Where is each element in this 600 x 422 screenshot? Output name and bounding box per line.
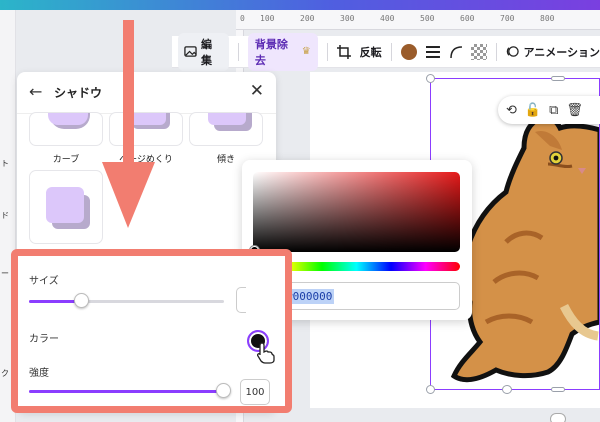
ruler-tick: 500 — [420, 14, 435, 23]
toolbar-divider — [237, 42, 239, 61]
ruler-tick: 800 — [540, 14, 555, 23]
element-quick-actions: ⟲ 🔓 ⧉ 🗑 — [498, 96, 600, 124]
sidebar-fragment: ド — [1, 211, 9, 220]
resize-handle[interactable] — [426, 74, 435, 83]
context-toolbar: 編集 背景除去 ♛ 反転 アニメーション — [172, 32, 600, 71]
intensity-number-input[interactable]: 100 — [240, 379, 270, 405]
pointer-cursor-icon — [257, 342, 275, 364]
flip-label: 反転 — [359, 45, 382, 59]
panel-title: シャドウ — [54, 86, 103, 100]
flip-button[interactable]: 反転 — [360, 44, 382, 60]
toolbar-divider — [390, 42, 392, 61]
tile-shape — [48, 113, 88, 125]
ruler-tick: 600 — [460, 14, 475, 23]
resize-handle[interactable] — [426, 385, 435, 394]
border-style-icon[interactable] — [425, 45, 440, 58]
sidebar-fragment: ト — [1, 159, 9, 168]
ruler-tick: 0 — [240, 14, 245, 23]
page-indicator[interactable] — [550, 413, 566, 422]
corner-rounding-icon[interactable] — [449, 45, 463, 59]
color-label: カラー — [29, 334, 59, 345]
animation-icon — [507, 46, 520, 57]
tile-shape — [208, 113, 246, 125]
resize-handle[interactable] — [502, 385, 512, 394]
saturation-area[interactable] — [253, 172, 460, 252]
duplicate-icon[interactable]: ⧉ — [549, 103, 558, 118]
header-gradient-bar — [0, 0, 600, 10]
size-slider-thumb[interactable] — [74, 293, 89, 308]
resize-handle[interactable] — [551, 387, 565, 392]
shadow-option-label: ページめくり — [119, 155, 173, 165]
bg-remove-button[interactable]: 背景除去 ♛ — [247, 32, 318, 71]
toolbar-divider — [496, 42, 498, 61]
image-edit-icon — [184, 46, 197, 57]
shadow-settings-highlight: サイズ カラー 強度 100 — [11, 249, 292, 413]
ruler-tick: 400 — [380, 14, 395, 23]
intensity-label: 強度 — [29, 368, 49, 379]
edit-label: 編集 — [200, 37, 212, 67]
ruler-tick: 100 — [260, 14, 275, 23]
transparency-icon[interactable] — [471, 43, 488, 60]
ruler-tick: 200 — [300, 14, 315, 23]
resize-handle[interactable] — [551, 76, 565, 81]
edit-button[interactable]: 編集 — [178, 32, 229, 71]
shadow-option-curve[interactable] — [29, 112, 103, 146]
sidebar-fragment: ク — [1, 369, 9, 378]
panel-header: ← シャドウ ✕ — [17, 72, 276, 114]
horizontal-ruler: 0 100 200 300 400 500 600 700 800 — [236, 10, 600, 30]
comment-add-icon[interactable]: ⟲ — [506, 103, 517, 118]
back-arrow-icon[interactable]: ← — [29, 82, 42, 101]
crop-icon[interactable] — [336, 44, 351, 59]
tile-shape — [46, 187, 84, 223]
intensity-slider-thumb[interactable] — [216, 383, 231, 398]
tile-shape — [128, 113, 166, 125]
lock-icon[interactable]: 🔓 — [525, 103, 541, 118]
color-swatch-button[interactable] — [400, 43, 417, 60]
shadow-option-pagecurl[interactable] — [109, 112, 183, 146]
close-icon[interactable]: ✕ — [250, 81, 264, 101]
animation-button[interactable]: アニメーション — [506, 44, 600, 60]
ruler-tick: 300 — [340, 14, 355, 23]
trash-icon[interactable]: 🗑 — [566, 103, 583, 118]
ruler-tick: 700 — [500, 14, 515, 23]
size-label: サイズ — [29, 276, 59, 287]
toolbar-divider — [326, 42, 328, 61]
shadow-option-backdrop[interactable] — [29, 170, 103, 244]
shadow-option-tilt[interactable] — [189, 112, 263, 146]
shadow-option-label: カーブ — [52, 155, 80, 165]
bg-remove-label: 背景除去 — [254, 37, 288, 67]
sidebar-fragment: ー — [1, 269, 9, 278]
crown-icon: ♛ — [301, 46, 311, 57]
size-number-input[interactable] — [236, 287, 246, 313]
intensity-slider-fill — [29, 390, 224, 393]
animation-label: アニメーション — [523, 45, 600, 59]
